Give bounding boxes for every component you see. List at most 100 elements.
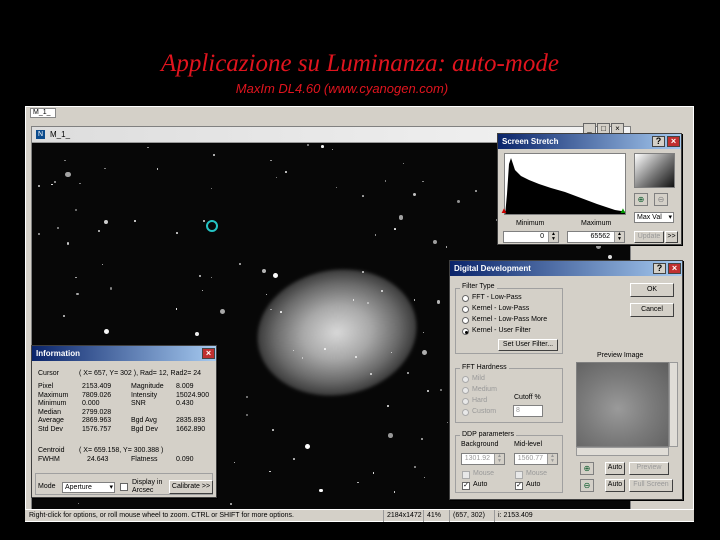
- histogram[interactable]: [504, 153, 626, 215]
- preview-button[interactable]: Preview: [629, 462, 669, 475]
- star: [304, 443, 311, 449]
- zoom-out-icon[interactable]: ⊖: [654, 193, 668, 206]
- star: [331, 148, 334, 151]
- spinner-icon[interactable]: ▲ ▼: [614, 232, 624, 242]
- background-mouse-checkbox[interactable]: [462, 471, 470, 479]
- midlevel-mouse-checkbox[interactable]: [515, 471, 523, 479]
- stretch-mode-select[interactable]: Max Val: [634, 212, 674, 223]
- stat-label: Minimum: [38, 400, 67, 408]
- help-icon[interactable]: ?: [653, 263, 666, 274]
- filter-option-label: Kernel - Low-Pass More: [472, 316, 548, 323]
- star: [399, 215, 404, 220]
- star: [199, 275, 201, 277]
- preview-vscroll[interactable]: [669, 362, 678, 447]
- help-icon[interactable]: ?: [652, 136, 665, 147]
- cancel-button[interactable]: Cancel: [630, 303, 674, 317]
- hardness-radio-hard[interactable]: [462, 398, 469, 405]
- min-marker-icon[interactable]: ▲: [500, 206, 508, 215]
- mode-select[interactable]: Aperture: [62, 482, 115, 493]
- screen-stretch-window: Screen Stretch ? × ▲ ▲ ⊕ ⊖ Minimum Maxim…: [497, 133, 682, 245]
- star: [384, 180, 387, 182]
- star: [245, 414, 248, 417]
- centroid-value: ( X= 659.158, Y= 300.388 ): [79, 447, 164, 454]
- star: [426, 389, 429, 392]
- zoom-in-icon[interactable]: ⊕: [580, 462, 594, 475]
- nebula-image: [247, 257, 427, 408]
- star: [147, 146, 149, 148]
- star: [362, 194, 364, 197]
- hardness-radio-mild[interactable]: [462, 376, 469, 383]
- star: [422, 349, 428, 355]
- stat-value: 2869.963: [82, 417, 112, 425]
- filter-radio-kernel-lowpass-more[interactable]: [462, 317, 469, 324]
- stat-label: Bgd Dev: [131, 426, 158, 433]
- star: [101, 264, 104, 266]
- midlevel-auto-checkbox[interactable]: ✓: [515, 482, 523, 490]
- filter-radio-kernel-user[interactable]: [462, 328, 469, 335]
- auto-label: Auto: [473, 481, 488, 488]
- filter-radio-fft-lowpass[interactable]: [462, 295, 469, 302]
- zoom-out-icon[interactable]: ⊖: [580, 479, 594, 492]
- star: [156, 168, 159, 170]
- midlevel-input[interactable]: 1560.77 ▲ ▼: [514, 453, 558, 465]
- maximum-input[interactable]: 65562 ▲ ▼: [567, 231, 625, 243]
- set-user-filter-button[interactable]: Set User Filter...: [498, 339, 558, 351]
- histogram-plot: [505, 158, 625, 214]
- digital-development-titlebar[interactable]: Digital Development: [450, 261, 682, 276]
- star: [246, 395, 249, 398]
- star: [456, 199, 460, 203]
- star: [210, 277, 213, 279]
- zoom-auto-button[interactable]: Auto: [605, 479, 625, 492]
- hardness-radio-custom[interactable]: [462, 409, 469, 416]
- ok-button[interactable]: OK: [630, 283, 674, 297]
- background-auto-checkbox[interactable]: ✓: [462, 482, 470, 490]
- cursor-label: Cursor: [38, 370, 60, 377]
- cursor-value: ( X= 657, Y= 302 ), Rad= 12, Rad2= 24: [79, 370, 202, 377]
- filter-radio-kernel-lowpass[interactable]: [462, 306, 469, 313]
- stat-value: 7809.026: [82, 391, 112, 399]
- cutoff-input[interactable]: 8: [513, 405, 543, 417]
- star: [66, 242, 69, 245]
- star: [440, 389, 443, 392]
- expand-button[interactable]: >>: [665, 231, 678, 243]
- star: [357, 481, 360, 484]
- star: [75, 277, 77, 279]
- star: [306, 144, 309, 147]
- update-button[interactable]: Update: [634, 231, 664, 243]
- preview-hscroll[interactable]: [576, 447, 669, 456]
- star: [412, 192, 416, 196]
- star: [269, 470, 271, 473]
- document-tab[interactable]: M_1_: [30, 108, 56, 118]
- display-arcsec-checkbox[interactable]: [120, 483, 128, 491]
- close-icon[interactable]: ×: [667, 136, 680, 147]
- zoom-auto-button[interactable]: Auto: [605, 462, 625, 475]
- spinner-icon[interactable]: ▲ ▼: [547, 454, 557, 464]
- star: [293, 457, 296, 460]
- full-screen-button[interactable]: Full Screen: [629, 479, 673, 492]
- calibrate-button[interactable]: Calibrate >>: [169, 480, 213, 494]
- star: [230, 502, 233, 505]
- stat-value: 1662.890: [176, 426, 206, 433]
- fwhm-value: 24.643: [87, 456, 109, 463]
- stat-label: Std Dev: [38, 426, 63, 433]
- information-titlebar[interactable]: Information: [32, 346, 216, 361]
- preview-image[interactable]: [576, 362, 669, 447]
- star: [272, 273, 278, 279]
- spinner-icon[interactable]: ▲ ▼: [494, 454, 504, 464]
- image-window-icon: N: [36, 130, 45, 139]
- star: [51, 183, 53, 186]
- background-input[interactable]: 1301.92 ▲ ▼: [461, 453, 505, 465]
- star: [301, 357, 303, 359]
- star: [285, 171, 287, 173]
- minimum-input[interactable]: 0 ▲ ▼: [503, 231, 559, 243]
- hardness-radio-medium[interactable]: [462, 387, 469, 394]
- star: [406, 372, 409, 375]
- star: [219, 309, 225, 315]
- zoom-in-icon[interactable]: ⊕: [634, 193, 648, 206]
- close-icon[interactable]: ×: [668, 263, 681, 274]
- star: [372, 472, 375, 475]
- close-icon[interactable]: ×: [202, 348, 215, 359]
- spinner-icon[interactable]: ▲ ▼: [548, 232, 558, 242]
- max-marker-icon[interactable]: ▲: [619, 206, 627, 215]
- status-coords: (657, 302): [449, 510, 485, 522]
